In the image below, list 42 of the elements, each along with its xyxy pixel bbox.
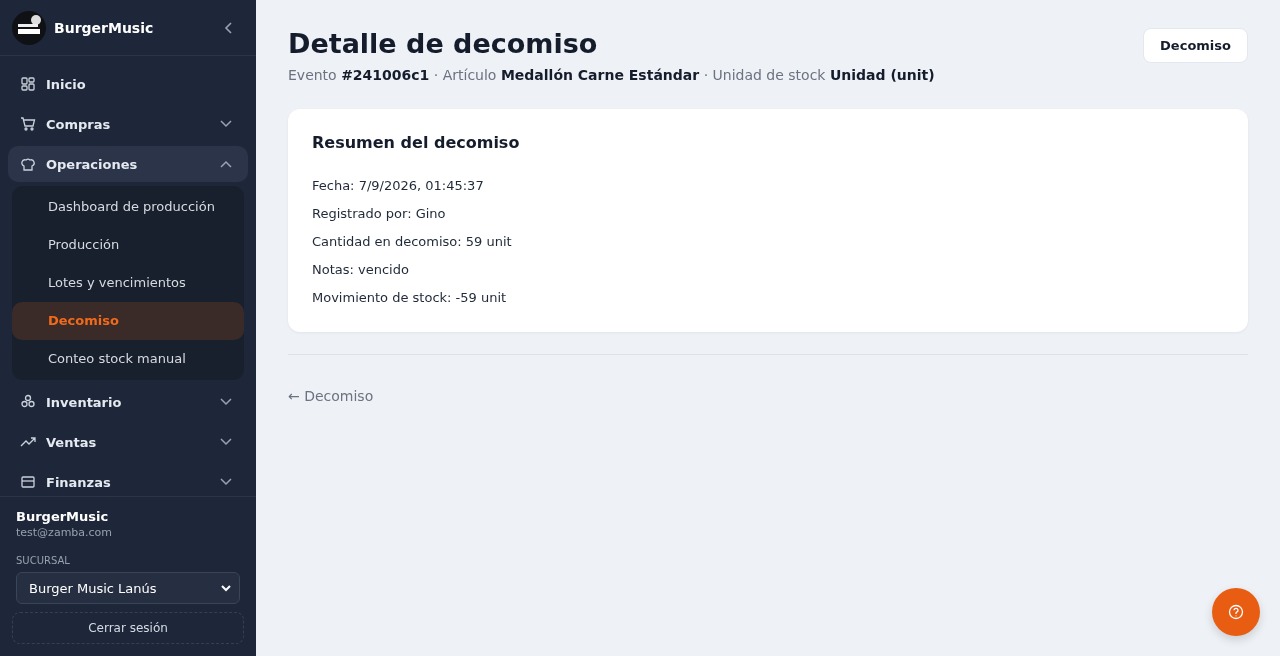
- brand-name: BurgerMusic: [54, 19, 155, 36]
- chevron-icon: [220, 478, 232, 486]
- submenu-item[interactable]: Producción: [12, 226, 244, 264]
- page-subtitle: Evento #241006c1 · Artículo Medallón Carne Estándar · Unidad de stock Unidad (unit): [288, 67, 935, 83]
- submenu-item[interactable]: Decomiso: [12, 302, 244, 340]
- summary-line: Fecha: 7/9/2026, 01:45:37: [312, 177, 485, 195]
- nav-item[interactable]: Inventario: [8, 384, 248, 420]
- nav-icon: [20, 156, 36, 172]
- submenu-item[interactable]: Lotes y vencimientos: [12, 264, 244, 302]
- branch-select[interactable]: Burger Music Lanús: [16, 572, 240, 604]
- chevron-icon: [220, 438, 232, 446]
- decomiso-button[interactable]: Decomiso: [1143, 28, 1248, 63]
- chevron-icon: [220, 120, 232, 128]
- submenu-item[interactable]: Dashboard de producción: [12, 188, 244, 226]
- chevron-icon: [221, 584, 231, 592]
- submenu-item[interactable]: Conteo stock manual: [12, 340, 244, 378]
- summary-line: Movimiento de stock: -59 unit: [312, 289, 508, 307]
- branch-label: SUCURSAL: [15, 555, 71, 566]
- chevron-icon: [220, 398, 232, 406]
- nav-item[interactable]: Ventas: [8, 424, 248, 460]
- user-email: test@zamba.com: [15, 526, 114, 539]
- help-icon: [1228, 604, 1244, 620]
- nav-icon: [20, 394, 36, 410]
- summary-line: Notas: vencido: [312, 261, 410, 279]
- help-button[interactable]: [1212, 588, 1260, 636]
- back-link[interactable]: ← Decomiso: [288, 388, 374, 404]
- nav-item[interactable]: Compras: [8, 106, 248, 142]
- nav-icon: [20, 76, 36, 92]
- nav-item[interactable]: Inicio: [8, 66, 248, 102]
- nav-item[interactable]: Finanzas: [8, 464, 248, 496]
- nav-icon: [20, 116, 36, 132]
- user-name: BurgerMusic: [15, 509, 110, 524]
- logo-icon: [12, 10, 46, 45]
- card-title: Resumen del decomiso: [312, 133, 521, 152]
- summary-line: Cantidad en decomiso: 59 unit: [312, 233, 513, 251]
- chevron-icon: [220, 160, 232, 168]
- nav-icon: [20, 474, 36, 490]
- nav-item[interactable]: Operaciones: [8, 146, 248, 182]
- logout-button[interactable]: Cerrar sesión: [12, 612, 244, 644]
- page-title: Detalle de decomiso: [288, 28, 599, 59]
- summary-line: Registrado por: Gino: [312, 205, 447, 223]
- collapse-icon[interactable]: [224, 21, 234, 34]
